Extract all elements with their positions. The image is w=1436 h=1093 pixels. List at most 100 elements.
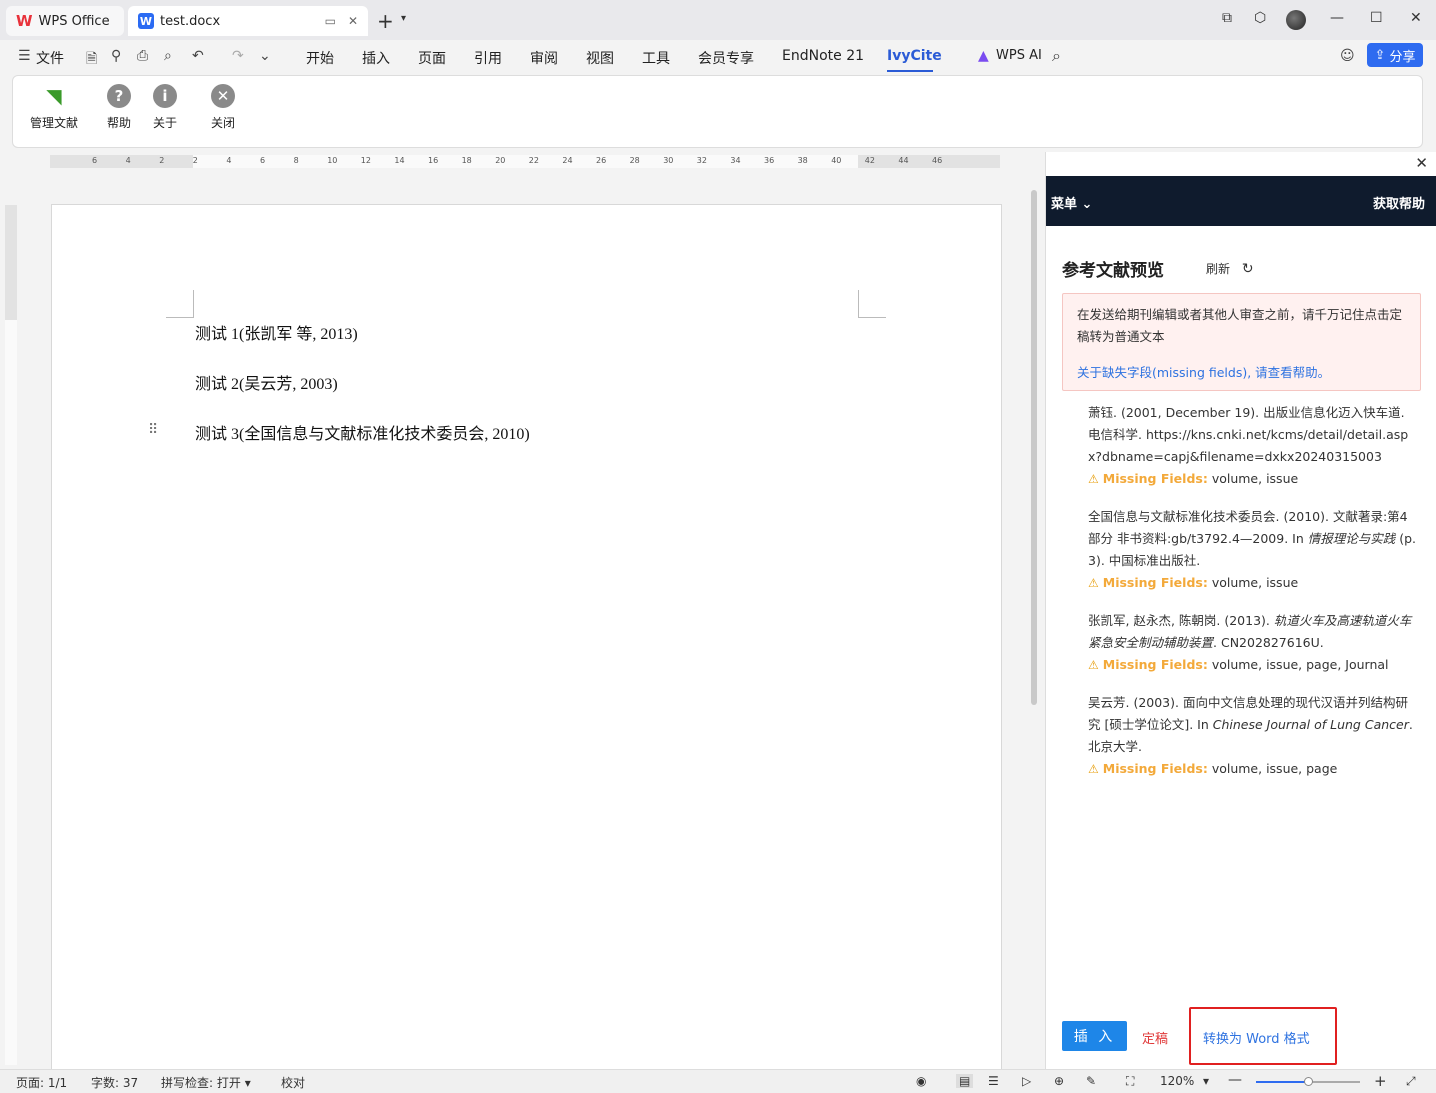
menu-review[interactable]: 审阅 bbox=[530, 48, 558, 68]
menu-ivycite[interactable]: IvyCite bbox=[887, 48, 942, 64]
new-tab-icon[interactable]: + bbox=[377, 9, 394, 33]
menu-references[interactable]: 引用 bbox=[474, 48, 502, 68]
doc-paragraph-1[interactable]: 测试 1(张凯军 等, 2013) bbox=[195, 320, 358, 344]
chevron-down-icon[interactable]: ▾ bbox=[401, 13, 406, 24]
zoom-level[interactable]: 120% bbox=[1160, 1074, 1194, 1088]
help-icon: ? bbox=[107, 84, 131, 108]
missing-fields-help-link[interactable]: 关于缺失字段(missing fields), 请查看帮助。 bbox=[1077, 362, 1406, 384]
word-count[interactable]: 字数: 37 bbox=[91, 1074, 138, 1091]
redo-icon[interactable]: ↷ bbox=[232, 48, 244, 64]
hamburger-icon[interactable]: ☰ bbox=[18, 48, 31, 64]
drag-handle-icon[interactable]: ⠿ bbox=[148, 422, 158, 438]
ruler-tick-label: 2 bbox=[159, 156, 165, 165]
menu-insert[interactable]: 插入 bbox=[362, 48, 390, 68]
ruler-tick-label: 18 bbox=[461, 156, 472, 165]
reference-text-italic: 情报理论与实践 bbox=[1307, 531, 1396, 546]
menu-member[interactable]: 会员专享 bbox=[698, 48, 754, 68]
doc-paragraph-3[interactable]: 测试 3(全国信息与文献标准化技术委员会, 2010) bbox=[195, 420, 530, 444]
menu-file[interactable]: 文件 bbox=[36, 48, 64, 68]
about-button[interactable]: i 关于 bbox=[135, 84, 195, 131]
share-label: 分享 bbox=[1389, 49, 1416, 65]
search-icon[interactable]: ⌕ bbox=[1052, 46, 1061, 66]
refresh-button[interactable]: 刷新 ↻ bbox=[1206, 260, 1254, 277]
monitor-icon[interactable]: ▭ bbox=[325, 14, 336, 28]
reference-item: 张凯军, 赵永杰, 陈朝岗. (2013). 轨道火车及高速轨道火车紧急安全制动… bbox=[1088, 610, 1418, 676]
web-view-icon[interactable]: ⊕ bbox=[1054, 1074, 1064, 1088]
pane-menu-dropdown[interactable]: 菜单 ⌄ bbox=[1051, 193, 1092, 212]
menu-tools[interactable]: 工具 bbox=[642, 48, 670, 68]
close-button[interactable]: ✕ 关闭 bbox=[193, 84, 253, 131]
save-icon[interactable]: 🗎 bbox=[86, 48, 97, 72]
eye-icon[interactable]: ◉ bbox=[916, 1074, 926, 1088]
reference-item: 全国信息与文献标准化技术委员会. (2010). 文献著录:第4部分 非书资料:… bbox=[1088, 506, 1418, 594]
undo-icon[interactable]: ↶ bbox=[192, 48, 204, 64]
ivycite-pane: ✕ 菜单 ⌄ 获取帮助 参考文献预览 刷新 ↻ 在发送给期刊编辑或者其他人审查之… bbox=[1045, 152, 1436, 1069]
finalize-button[interactable]: 定稿 bbox=[1142, 1028, 1168, 1047]
menu-home[interactable]: 开始 bbox=[306, 48, 334, 68]
window-mode-icon[interactable]: ⧉ bbox=[1222, 10, 1232, 26]
margin-corner-top-left bbox=[166, 290, 194, 318]
ruler-tick-label: 42 bbox=[864, 156, 875, 165]
page-indicator[interactable]: 页面: 1/1 bbox=[16, 1074, 67, 1091]
ruler-text-area-vertical bbox=[5, 320, 17, 1065]
zoom-slider-handle[interactable] bbox=[1304, 1077, 1313, 1086]
menu-bar: ☰ 文件 🗎 ⚲ ⎙ ⌕ ↶ ↷ ⌄ 开始 插入 页面 引用 审阅 视图 工具 … bbox=[0, 40, 1436, 72]
share-button[interactable]: ⇪ 分享 bbox=[1367, 43, 1423, 67]
fit-page-icon[interactable]: ⛶ bbox=[1126, 1074, 1134, 1089]
pane-close-icon[interactable]: ✕ bbox=[1415, 154, 1428, 172]
more-icon[interactable]: ⌄ bbox=[259, 48, 271, 64]
vertical-ruler[interactable] bbox=[5, 205, 17, 1065]
close-tab-icon[interactable]: ✕ bbox=[348, 14, 358, 28]
get-help-link[interactable]: 获取帮助 bbox=[1373, 193, 1425, 212]
reference-item: 吴云芳. (2003). 面向中文信息处理的现代汉语并列结构研究 [硕士学位论文… bbox=[1088, 692, 1418, 780]
menu-page[interactable]: 页面 bbox=[418, 48, 446, 68]
menu-view[interactable]: 视图 bbox=[586, 48, 614, 68]
document-page[interactable] bbox=[51, 204, 1002, 1070]
zoom-dropdown-icon[interactable]: ▾ bbox=[1203, 1074, 1209, 1088]
proofread-button[interactable]: 校对 bbox=[281, 1074, 305, 1091]
ruler-tick-label: 34 bbox=[730, 156, 741, 165]
doc-paragraph-2[interactable]: 测试 2(吴云芳, 2003) bbox=[195, 370, 338, 394]
print-preview-icon[interactable]: ⌕ bbox=[164, 48, 172, 64]
outline-view-icon[interactable]: ☰ bbox=[988, 1074, 999, 1088]
warning-icon: ⚠ bbox=[1088, 658, 1099, 672]
menu-wps-ai[interactable]: WPS AI bbox=[996, 48, 1042, 63]
missing-fields-row: ⚠ Missing Fields: volume, issue, page bbox=[1088, 758, 1418, 780]
share-link-icon[interactable]: ⚲ bbox=[111, 48, 121, 64]
ruler-tick-label: 8 bbox=[293, 156, 299, 165]
zoom-in-icon[interactable]: + bbox=[1374, 1072, 1387, 1090]
missing-fields-label: Missing Fields: bbox=[1102, 575, 1208, 590]
ruler-tick-label: 30 bbox=[663, 156, 674, 165]
ruler-tick-label: 36 bbox=[764, 156, 775, 165]
document-scrollbar[interactable] bbox=[1031, 190, 1037, 705]
manage-references-button[interactable]: ◥ 管理文献 bbox=[24, 84, 84, 131]
play-icon[interactable]: ▷ bbox=[1022, 1074, 1031, 1088]
cube-icon[interactable]: ⬡ bbox=[1254, 10, 1266, 26]
wps-logo-icon: W bbox=[16, 12, 33, 30]
pane-menu-label: 菜单 bbox=[1051, 197, 1078, 212]
maximize-icon[interactable]: ☐ bbox=[1370, 10, 1383, 26]
fullscreen-icon[interactable]: ⤢ bbox=[1406, 1074, 1416, 1089]
minimize-icon[interactable]: — bbox=[1330, 10, 1344, 26]
close-window-icon[interactable]: ✕ bbox=[1410, 10, 1422, 26]
tab-document[interactable]: W test.docx ▭ ✕ bbox=[128, 6, 368, 36]
reference-text: 全国信息与文献标准化技术委员会. (2010). 文献著录:第4部分 非书资料:… bbox=[1088, 506, 1418, 572]
print-icon[interactable]: ⎙ bbox=[137, 48, 148, 64]
page-view-icon[interactable]: ▤ bbox=[956, 1074, 974, 1088]
zoom-out-icon[interactable]: — bbox=[1228, 1072, 1242, 1088]
ruler-tick-label: 28 bbox=[629, 156, 640, 165]
zoom-slider[interactable] bbox=[1256, 1077, 1360, 1086]
avatar[interactable] bbox=[1286, 10, 1306, 30]
zoom-slider-fill bbox=[1256, 1081, 1308, 1083]
missing-fields-row: ⚠ Missing Fields: volume, issue, page, Jo… bbox=[1088, 654, 1418, 676]
pen-icon[interactable]: ✎ bbox=[1086, 1074, 1096, 1088]
insert-citation-button[interactable]: 插 入 bbox=[1062, 1021, 1127, 1051]
ruler-tick-label: 14 bbox=[394, 156, 405, 165]
horizontal-ruler[interactable]: 6 4 2 2 4 6 8 10 12 14 16 18 20 22 24 26 28 30 32 34 36 38 40 4… bbox=[50, 155, 1000, 168]
tab-wps-office[interactable]: W WPS Office bbox=[6, 6, 124, 36]
menu-endnote[interactable]: EndNote 21 bbox=[782, 48, 864, 64]
chat-icon[interactable]: ☺ bbox=[1340, 48, 1355, 64]
spell-check-toggle[interactable]: 拼写检查: 打开 ▾ bbox=[161, 1074, 251, 1091]
ivycite-ribbon: ◥ 管理文献 ? 帮助 i 关于 ✕ 关闭 bbox=[12, 75, 1423, 148]
about-label: 关于 bbox=[152, 116, 177, 130]
